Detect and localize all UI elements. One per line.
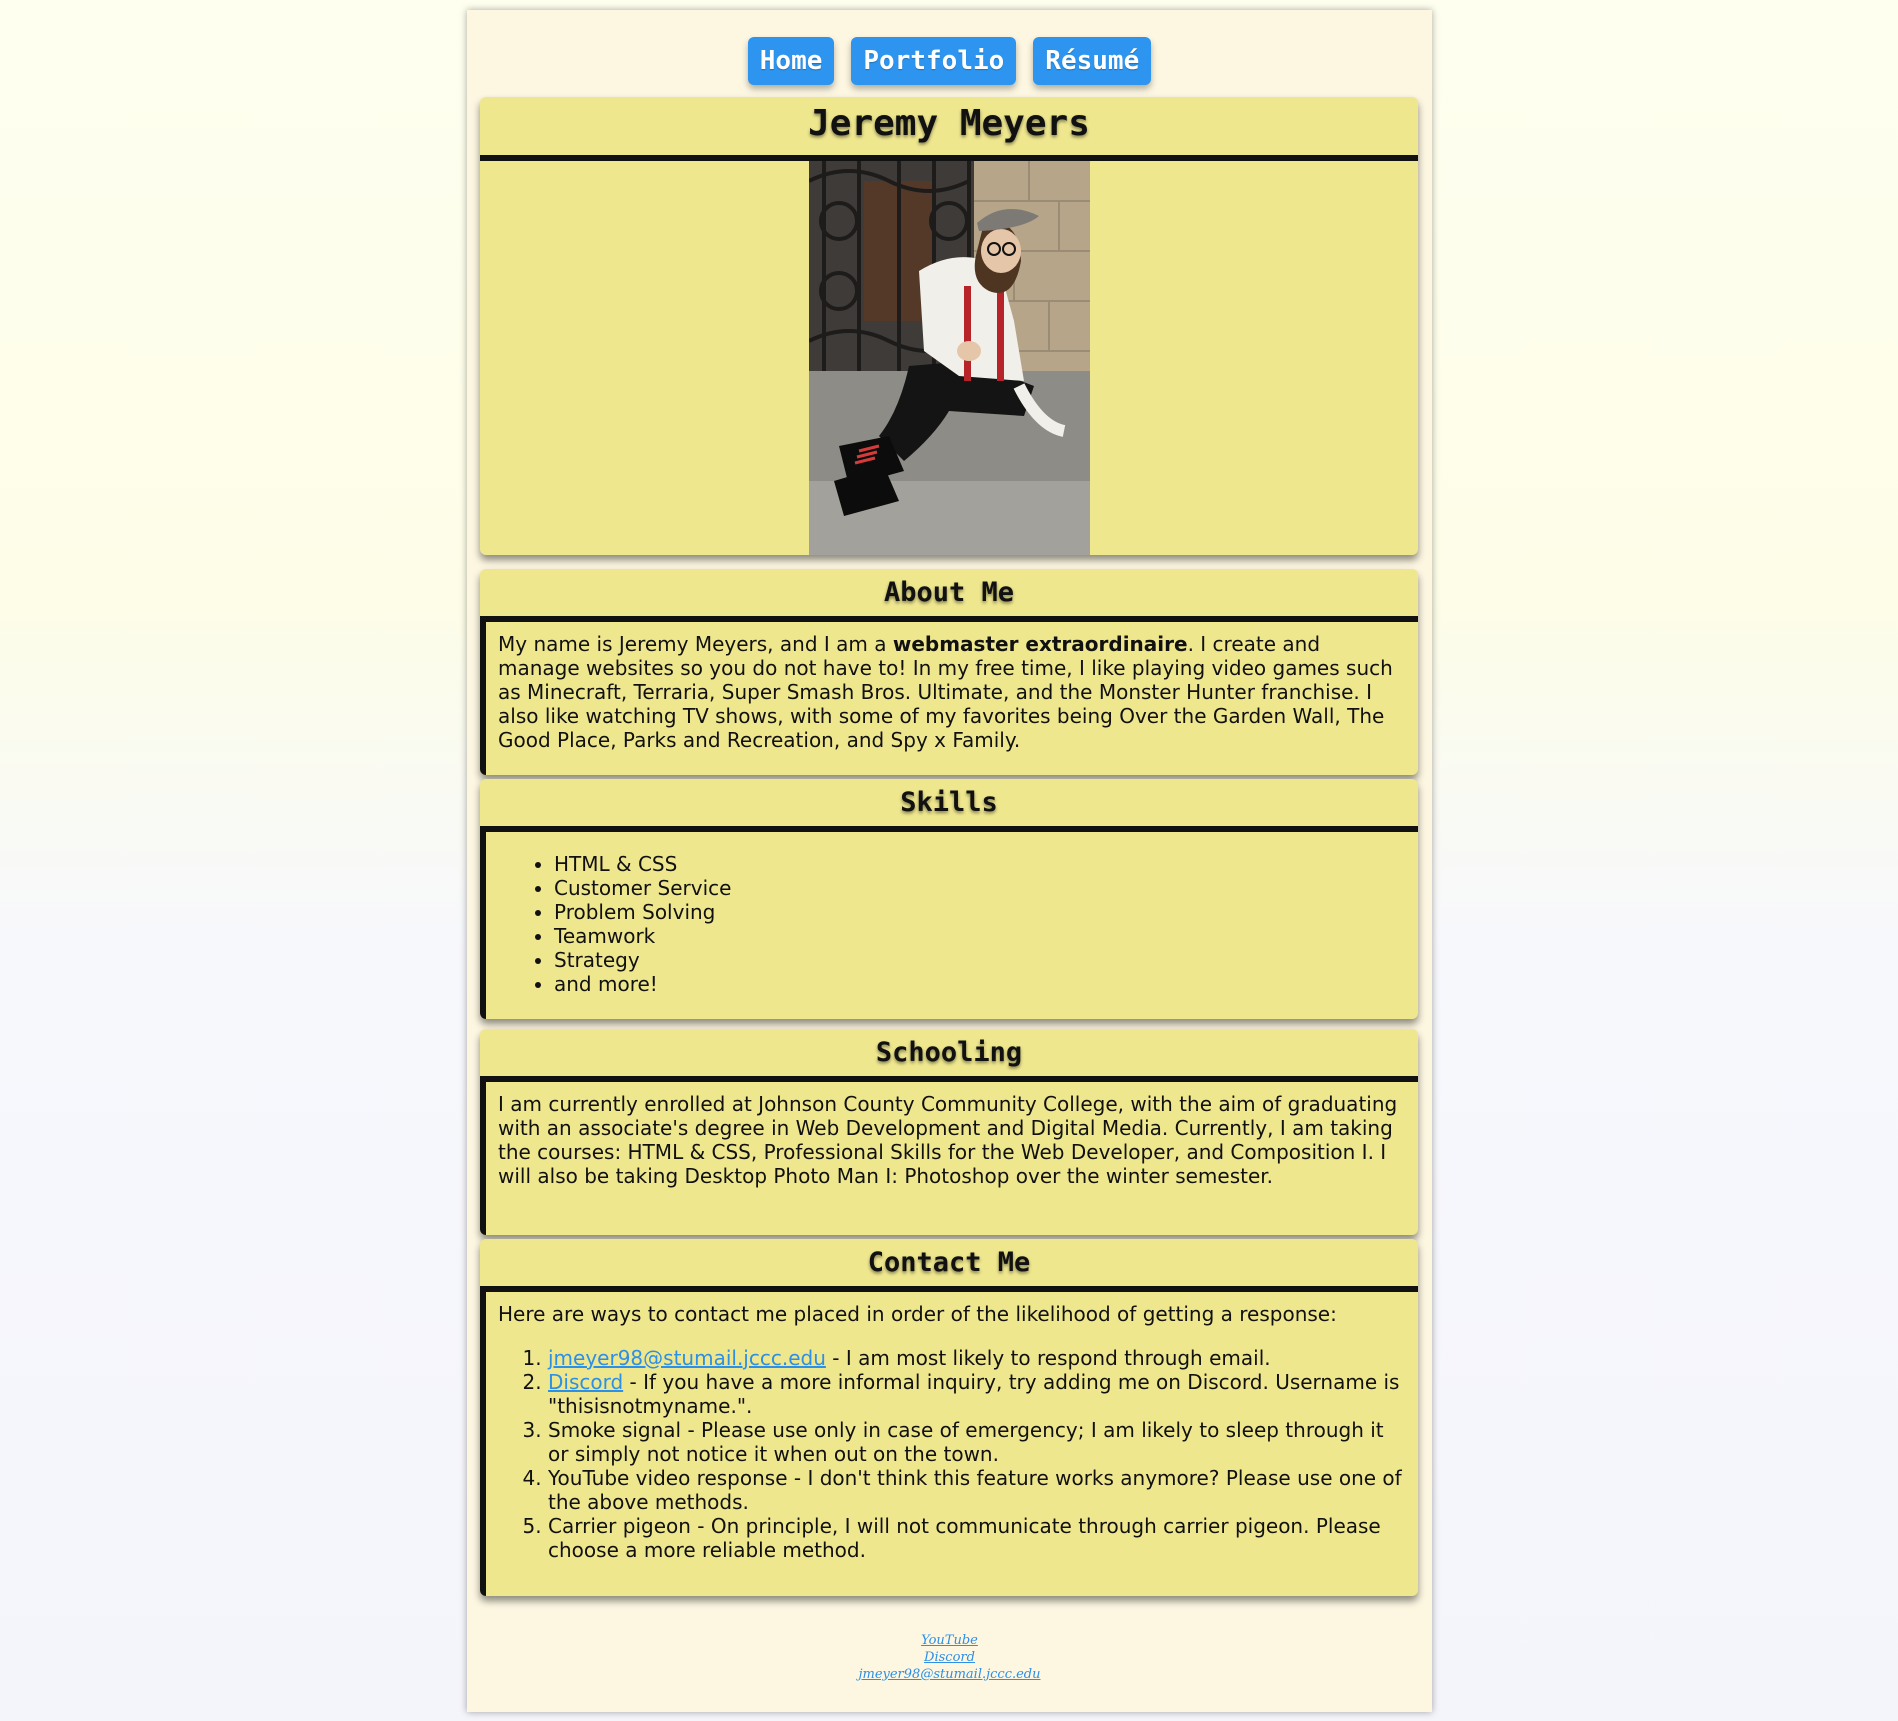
skill-item: and more! bbox=[554, 972, 1406, 996]
email-link[interactable]: jmeyer98@stumail.jccc.edu bbox=[548, 1346, 826, 1370]
contact-item-smoke: Smoke signal - Please use only in case o… bbox=[548, 1418, 1406, 1466]
contact-item-text: Carrier pigeon - On principle, I will no… bbox=[548, 1514, 1381, 1562]
footer-email-link[interactable]: jmeyer98@stumail.jccc.edu bbox=[467, 1666, 1432, 1683]
profile-photo bbox=[809, 161, 1090, 555]
about-bold: webmaster extraordinaire bbox=[892, 632, 1188, 656]
page-container: Home Portfolio Résumé Jeremy Meyers Abou… bbox=[467, 10, 1432, 1712]
schooling-body: I am currently enrolled at Johnson Count… bbox=[480, 1076, 1418, 1235]
contact-heading: Contact Me bbox=[867, 1247, 1031, 1278]
skills-heading: Skills bbox=[900, 787, 998, 818]
hero-body bbox=[480, 155, 1418, 555]
skill-item: Customer Service bbox=[554, 876, 1406, 900]
skills-list: HTML & CSS Customer Service Problem Solv… bbox=[498, 852, 1406, 996]
contact-intro: Here are ways to contact me placed in or… bbox=[498, 1302, 1337, 1326]
footer: YouTube Discord jmeyer98@stumail.jccc.ed… bbox=[467, 1632, 1432, 1683]
main-nav: Home Portfolio Résumé bbox=[467, 37, 1432, 85]
contact-item-text: Smoke signal - Please use only in case o… bbox=[548, 1418, 1384, 1466]
skill-item: Teamwork bbox=[554, 924, 1406, 948]
about-intro: My name is Jeremy Meyers, and I am a bbox=[498, 632, 893, 656]
contact-item-email: jmeyer98@stumail.jccc.edu - I am most li… bbox=[548, 1346, 1406, 1370]
schooling-card: Schooling I am currently enrolled at Joh… bbox=[480, 1029, 1418, 1235]
contact-list: jmeyer98@stumail.jccc.edu - I am most li… bbox=[498, 1346, 1406, 1562]
about-card: About Me My name is Jeremy Meyers, and I… bbox=[480, 569, 1418, 775]
page-title: Jeremy Meyers bbox=[808, 103, 1090, 144]
contact-item-youtube: YouTube video response - I don't think t… bbox=[548, 1466, 1406, 1514]
skills-body: HTML & CSS Customer Service Problem Solv… bbox=[480, 826, 1418, 1019]
schooling-heading: Schooling bbox=[875, 1037, 1023, 1068]
skill-item: Problem Solving bbox=[554, 900, 1406, 924]
nav-portfolio-button[interactable]: Portfolio bbox=[851, 37, 1017, 85]
contact-item-text: - If you have a more informal inquiry, t… bbox=[548, 1370, 1400, 1418]
footer-youtube-link[interactable]: YouTube bbox=[467, 1632, 1432, 1649]
skill-item: HTML & CSS bbox=[554, 852, 1406, 876]
skill-item: Strategy bbox=[554, 948, 1406, 972]
contact-item-pigeon: Carrier pigeon - On principle, I will no… bbox=[548, 1514, 1406, 1562]
about-heading: About Me bbox=[883, 577, 1015, 608]
nav-home-button[interactable]: Home bbox=[747, 37, 835, 85]
skills-card: Skills HTML & CSS Customer Service Probl… bbox=[480, 779, 1418, 1019]
nav-resume-button[interactable]: Résumé bbox=[1033, 37, 1152, 85]
hero-card: Jeremy Meyers bbox=[480, 97, 1418, 555]
discord-link[interactable]: Discord bbox=[548, 1370, 623, 1394]
contact-card: Contact Me Here are ways to contact me p… bbox=[480, 1239, 1418, 1596]
contact-body: Here are ways to contact me placed in or… bbox=[480, 1286, 1418, 1596]
about-body: My name is Jeremy Meyers, and I am a web… bbox=[480, 616, 1418, 775]
schooling-text: I am currently enrolled at Johnson Count… bbox=[498, 1092, 1398, 1188]
contact-item-text: - I am most likely to respond through em… bbox=[825, 1346, 1271, 1370]
contact-item-text: YouTube video response - I don't think t… bbox=[548, 1466, 1402, 1514]
footer-discord-link[interactable]: Discord bbox=[467, 1649, 1432, 1666]
contact-item-discord: Discord - If you have a more informal in… bbox=[548, 1370, 1406, 1418]
